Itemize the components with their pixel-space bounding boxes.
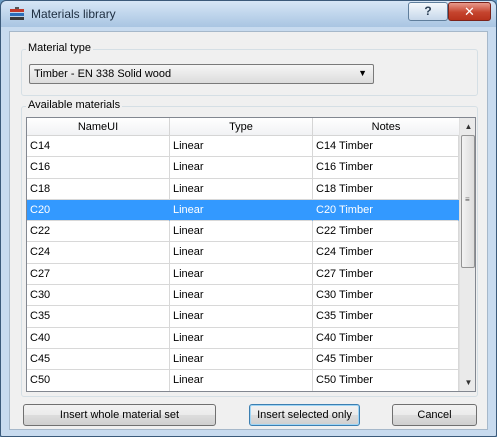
table-row[interactable]: C24 Linear C24 Timber	[27, 242, 459, 264]
column-header-nameui[interactable]: NameUI	[27, 118, 170, 136]
available-materials-label: Available materials	[26, 99, 123, 111]
cell-notes: C40 Timber	[313, 327, 459, 349]
table-row[interactable]: C35 Linear C35 Timber	[27, 306, 459, 328]
table-row[interactable]: C45 Linear C45 Timber	[27, 348, 459, 371]
table-row[interactable]: C20 Linear C20 Timber	[27, 199, 459, 222]
table-row[interactable]: C50 Linear C50 Timber	[27, 370, 459, 391]
table-row[interactable]: C18 Linear C18 Timber	[27, 178, 459, 200]
column-header-notes[interactable]: Notes	[313, 118, 459, 136]
insert-selected-button[interactable]: Insert selected only	[249, 404, 360, 426]
scroll-down-icon[interactable]: ▼	[460, 374, 475, 391]
cell-nameui: C27	[27, 263, 170, 286]
table-row[interactable]: C40 Linear C40 Timber	[27, 327, 459, 349]
table-body: C14 Linear C14 Timber C16 Linear C16 Timber C1…	[27, 136, 459, 391]
help-button[interactable]: ?	[408, 2, 448, 21]
column-header-type[interactable]: Type	[170, 118, 313, 136]
table-row[interactable]: C16 Linear C16 Timber	[27, 157, 459, 179]
close-button[interactable]: ✕	[448, 2, 491, 21]
cell-notes: C30 Timber	[313, 285, 459, 307]
cell-nameui: C45	[27, 348, 170, 371]
cell-notes: C50 Timber	[313, 370, 459, 391]
cell-notes: C16 Timber	[313, 157, 459, 179]
cell-notes: C45 Timber	[313, 348, 459, 371]
title-bar[interactable]: Materials library ? ✕	[1, 1, 496, 27]
material-type-dropdown[interactable]: Timber - EN 338 Solid wood ▼	[29, 64, 374, 84]
cell-type: Linear	[170, 306, 313, 328]
cell-type: Linear	[170, 327, 313, 349]
cell-type: Linear	[170, 157, 313, 179]
scrollbar-thumb[interactable]: ≡	[461, 135, 475, 268]
cell-type: Linear	[170, 221, 313, 243]
materials-library-dialog: Materials library ? ✕ Material type Timb…	[0, 0, 497, 437]
materials-table[interactable]: NameUI Type Notes C14 Linear C14 Timber C16…	[26, 117, 476, 392]
vertical-scrollbar[interactable]: ▲ ≡ ▼	[459, 118, 475, 391]
material-type-label: Material type	[26, 42, 93, 54]
table-row[interactable]: C27 Linear C27 Timber	[27, 263, 459, 286]
material-type-selected-value: Timber - EN 338 Solid wood	[34, 68, 172, 80]
cell-notes: C24 Timber	[313, 242, 459, 264]
table-row[interactable]: C14 Linear C14 Timber	[27, 136, 459, 158]
cell-type: Linear	[170, 285, 313, 307]
window-title: Materials library	[31, 7, 116, 21]
cell-notes: C35 Timber	[313, 306, 459, 328]
cell-nameui: C22	[27, 221, 170, 243]
cell-notes: C20 Timber	[313, 199, 459, 222]
cell-type: Linear	[170, 242, 313, 264]
cell-notes: C22 Timber	[313, 221, 459, 243]
cell-type: Linear	[170, 136, 313, 158]
cell-nameui: C40	[27, 327, 170, 349]
cell-nameui: C16	[27, 157, 170, 179]
cell-type: Linear	[170, 263, 313, 286]
cell-notes: C14 Timber	[313, 136, 459, 158]
cell-type: Linear	[170, 199, 313, 222]
cell-type: Linear	[170, 178, 313, 200]
cell-nameui: C20	[27, 199, 170, 222]
cell-notes: C27 Timber	[313, 263, 459, 286]
insert-whole-set-button[interactable]: Insert whole material set	[23, 404, 216, 426]
cell-nameui: C18	[27, 178, 170, 200]
cell-type: Linear	[170, 348, 313, 371]
cell-nameui: C50	[27, 370, 170, 391]
cancel-button[interactable]: Cancel	[392, 404, 477, 426]
cell-nameui: C24	[27, 242, 170, 264]
dialog-client-area: Material type Timber - EN 338 Solid wood…	[9, 31, 488, 430]
cell-nameui: C35	[27, 306, 170, 328]
table-header: NameUI Type Notes	[27, 118, 459, 136]
cell-nameui: C30	[27, 285, 170, 307]
grip-icon: ≡	[465, 195, 470, 204]
app-icon	[10, 7, 24, 20]
cell-notes: C18 Timber	[313, 178, 459, 200]
cell-type: Linear	[170, 370, 313, 391]
table-row[interactable]: C22 Linear C22 Timber	[27, 221, 459, 243]
scroll-up-icon[interactable]: ▲	[460, 118, 475, 135]
table-row[interactable]: C30 Linear C30 Timber	[27, 285, 459, 307]
cell-nameui: C14	[27, 136, 170, 158]
chevron-down-icon: ▼	[358, 68, 367, 78]
